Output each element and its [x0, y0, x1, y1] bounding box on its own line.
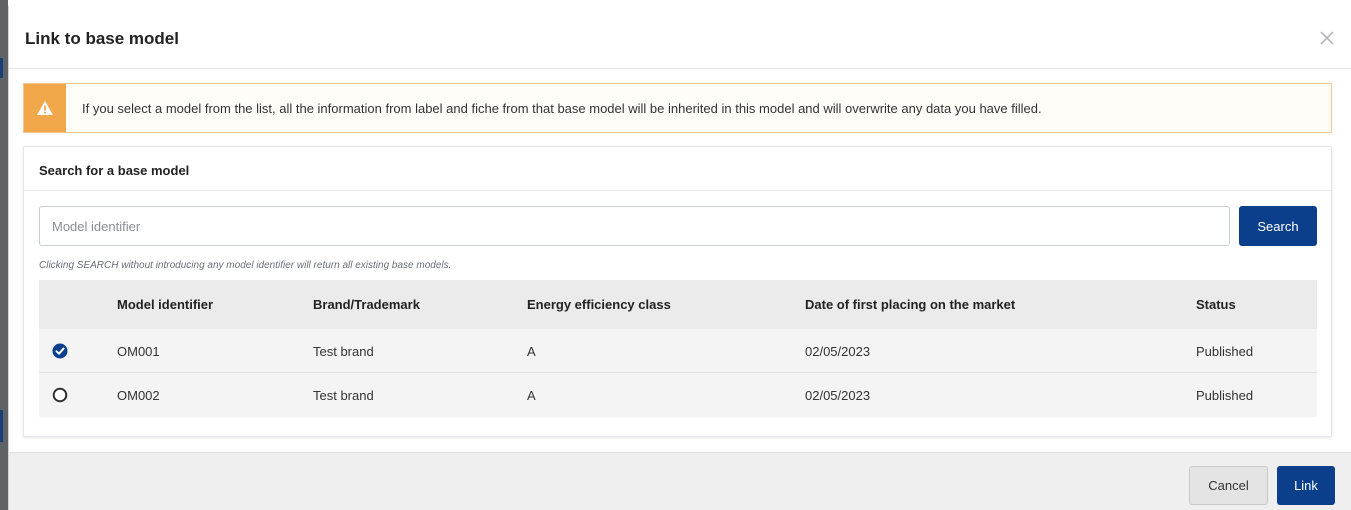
cell-brand: Test brand [313, 388, 374, 403]
column-header-status: Status [1196, 297, 1236, 312]
cell-date: 02/05/2023 [805, 388, 871, 403]
cell-brand: Test brand [313, 344, 374, 359]
link-base-model-dialog: Link to base model If you select a model… [8, 6, 1351, 510]
radio-checked-icon[interactable] [52, 343, 68, 359]
column-header-date: Date of first placing on the market [805, 297, 1016, 312]
search-panel: Search for a base model Search Clicking … [23, 146, 1332, 437]
search-hint: Clicking SEARCH without introducing any … [39, 260, 452, 271]
column-header-energy-class: Energy efficiency class [527, 297, 671, 312]
cancel-button[interactable]: Cancel [1189, 466, 1268, 505]
table-row[interactable]: OM002 Test brand A 02/05/2023 Published [39, 373, 1317, 417]
model-identifier-search-input[interactable] [39, 206, 1230, 246]
column-header-brand: Brand/Trademark [313, 297, 420, 312]
cell-model-identifier: OM001 [117, 344, 160, 359]
panel-heading: Search for a base model [24, 147, 1331, 191]
search-button[interactable]: Search [1239, 206, 1317, 246]
close-icon[interactable] [1317, 28, 1337, 48]
alert-message: If you select a model from the list, all… [82, 101, 1042, 116]
cell-energy-class: A [527, 344, 536, 359]
radio-unchecked-icon[interactable] [52, 387, 68, 403]
cell-date: 02/05/2023 [805, 344, 871, 359]
backdrop-nav-marker [0, 410, 3, 442]
cell-status: Published [1196, 344, 1254, 359]
page-backdrop [0, 0, 8, 510]
cell-status: Published [1196, 388, 1254, 403]
column-header-model-identifier: Model identifier [117, 297, 214, 312]
cell-energy-class: A [527, 388, 536, 403]
dialog-footer: Cancel Link [9, 452, 1351, 510]
dialog-header: Link to base model [9, 6, 1351, 69]
cell-model-identifier: OM002 [117, 388, 160, 403]
panel-title: Search for a base model [39, 163, 190, 178]
dialog-title: Link to base model [25, 29, 179, 48]
table-header: Model identifier Brand/Trademark Energy … [39, 280, 1317, 329]
table-row[interactable]: OM001 Test brand A 02/05/2023 Published [39, 329, 1317, 373]
link-button[interactable]: Link [1277, 466, 1335, 505]
warning-icon [24, 84, 66, 132]
backdrop-nav-marker [0, 58, 3, 78]
dialog-body: If you select a model from the list, all… [9, 70, 1351, 452]
base-models-table: Model identifier Brand/Trademark Energy … [39, 280, 1317, 417]
warning-alert: If you select a model from the list, all… [23, 83, 1332, 133]
